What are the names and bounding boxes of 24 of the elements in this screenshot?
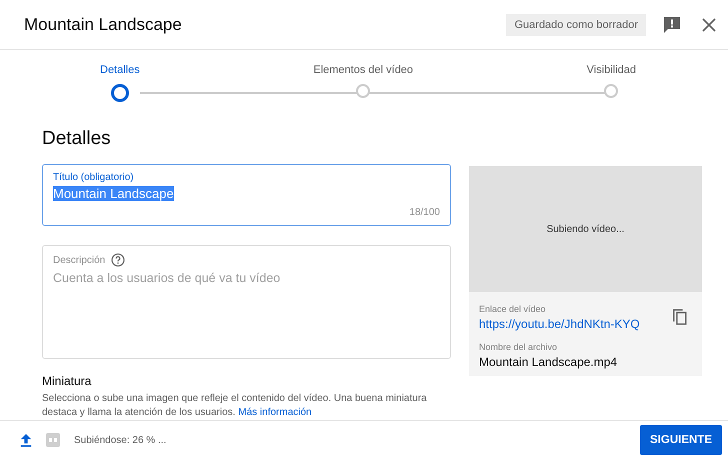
description-field[interactable]: Descripción Cuenta a los usuarios de qué va tu vídeo: [42, 245, 451, 359]
window-title: Mountain Landscape: [24, 14, 183, 34]
upload-status-text: Subiendo vídeo...: [546, 224, 624, 234]
video-link[interactable]: https://youtu.be/JhdNKtn-KYQ: [479, 317, 640, 331]
close-icon[interactable]: [702, 18, 716, 32]
upload-icon[interactable]: [20, 433, 32, 447]
draft-status-label: Guardado como borrador: [506, 14, 646, 36]
step-tab[interactable]: Elementos del vídeo: [313, 64, 414, 76]
step-tab[interactable]: Detalles: [100, 64, 140, 76]
step-tab[interactable]: Visibilidad: [586, 64, 636, 76]
more-info-link[interactable]: Más información: [238, 407, 312, 418]
next-button[interactable]: SIGUIENTE: [640, 425, 722, 455]
thumbnail-heading: Miniatura: [42, 374, 92, 388]
step-dot-icon: [110, 84, 129, 102]
feedback-icon[interactable]: [662, 14, 682, 34]
upload-progress-text: Subiéndose: 26 % ...: [74, 434, 168, 446]
file-name-label: Nombre del archivo: [479, 342, 558, 352]
title-field[interactable]: Título (obligatorio) Mountain Landscape 18/100: [42, 164, 451, 226]
section-heading: Detalles: [42, 128, 112, 150]
copy-icon[interactable]: [672, 308, 688, 326]
link-label: Enlace del vídeo: [479, 304, 547, 314]
thumbnail-description: Selecciona o sube una imagen que refleje el contenido del vídeo. Una buena miniatura destaca y llama la atención de los usuarios. Más información: [42, 392, 428, 420]
help-icon[interactable]: [111, 253, 126, 267]
file-name: Mountain Landscape.mp4: [479, 355, 618, 369]
